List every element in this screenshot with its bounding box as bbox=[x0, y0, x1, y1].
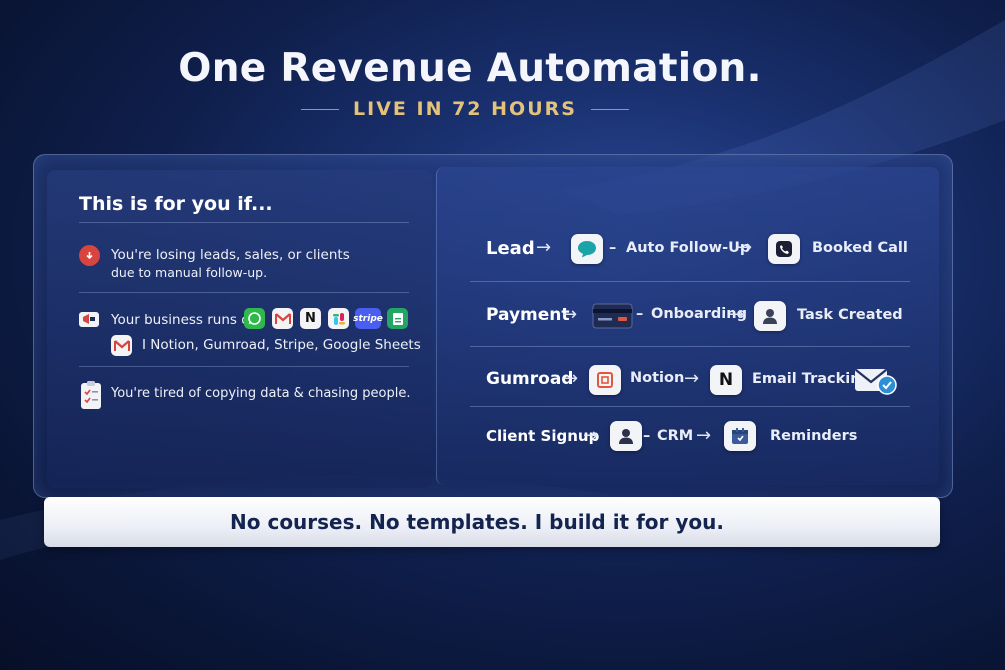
flow-2-result: Task Created bbox=[797, 307, 903, 323]
arrow-icon: → bbox=[562, 304, 578, 325]
pain-point-1-line1: You're losing leads, sales, or clients bbox=[111, 247, 350, 263]
flow-1-result: Booked Call bbox=[812, 240, 908, 256]
pain-point-1-line2: due to manual follow-up. bbox=[111, 265, 268, 280]
clipboard-icon bbox=[79, 380, 103, 410]
arrow-icon: → bbox=[536, 237, 552, 258]
banner-text: No courses. No templates. I build it for… bbox=[230, 510, 724, 534]
flow-1-trigger: Lead bbox=[486, 238, 535, 259]
subtitle: LIVE IN 72 HOURS bbox=[353, 98, 577, 120]
notion-icon: N bbox=[300, 308, 321, 329]
flow-2-trigger: Payment bbox=[486, 305, 570, 325]
flow-4-step: CRM bbox=[657, 428, 694, 444]
gumroad-icon bbox=[589, 365, 621, 395]
user-icon bbox=[754, 301, 786, 331]
arrow-icon: → bbox=[696, 425, 712, 446]
pain-point-3: You're tired of copying data & chasing p… bbox=[111, 386, 411, 401]
flow-3-step: Notion bbox=[630, 370, 685, 386]
arrow-icon: → bbox=[684, 368, 700, 389]
subtitle-divider-right bbox=[590, 108, 629, 110]
dash: – bbox=[643, 428, 651, 444]
pain-point-2-line2: I Notion, Gumroad, Stripe, Google Sheets bbox=[142, 337, 421, 353]
google-sheets-icon bbox=[387, 308, 408, 329]
dash: – bbox=[609, 240, 617, 256]
alert-icon bbox=[79, 245, 100, 266]
subtitle-divider-left bbox=[301, 108, 340, 110]
arrow-icon: → bbox=[729, 304, 745, 325]
arrow-icon: → bbox=[563, 368, 579, 389]
page-title: One Revenue Automation. bbox=[178, 46, 762, 91]
slack-icon bbox=[328, 308, 349, 329]
chat-icon bbox=[571, 234, 603, 264]
calendar-icon bbox=[724, 421, 756, 451]
dash: – bbox=[636, 306, 644, 322]
gmail-icon bbox=[111, 335, 132, 356]
divider bbox=[79, 292, 409, 293]
divider bbox=[79, 222, 409, 223]
divider bbox=[470, 406, 910, 407]
megaphone-icon bbox=[78, 309, 100, 329]
pain-point-2-line1: Your business runs on bbox=[111, 312, 259, 328]
arrow-icon: → bbox=[737, 237, 753, 258]
audience-heading: This is for you if... bbox=[79, 193, 273, 215]
email-check-icon bbox=[854, 366, 898, 396]
divider bbox=[79, 366, 409, 367]
bottom-banner: No courses. No templates. I build it for… bbox=[44, 497, 940, 547]
flow-3-trigger: Gumroad bbox=[486, 369, 574, 389]
flow-1-step: Auto Follow-Up bbox=[626, 240, 751, 256]
whatsapp-icon bbox=[244, 308, 265, 329]
audience-card bbox=[47, 170, 432, 488]
user-icon bbox=[610, 421, 642, 451]
phone-icon bbox=[768, 234, 800, 264]
flow-4-result: Reminders bbox=[770, 428, 858, 444]
credit-card-icon bbox=[592, 303, 633, 329]
stripe-icon: stripe bbox=[353, 308, 383, 329]
gmail-icon bbox=[272, 308, 293, 329]
notion-icon: N bbox=[710, 365, 742, 395]
subtitle-row: LIVE IN 72 HOURS bbox=[0, 98, 930, 120]
divider bbox=[470, 346, 910, 347]
divider bbox=[470, 281, 910, 282]
arrow-icon: → bbox=[583, 425, 599, 446]
